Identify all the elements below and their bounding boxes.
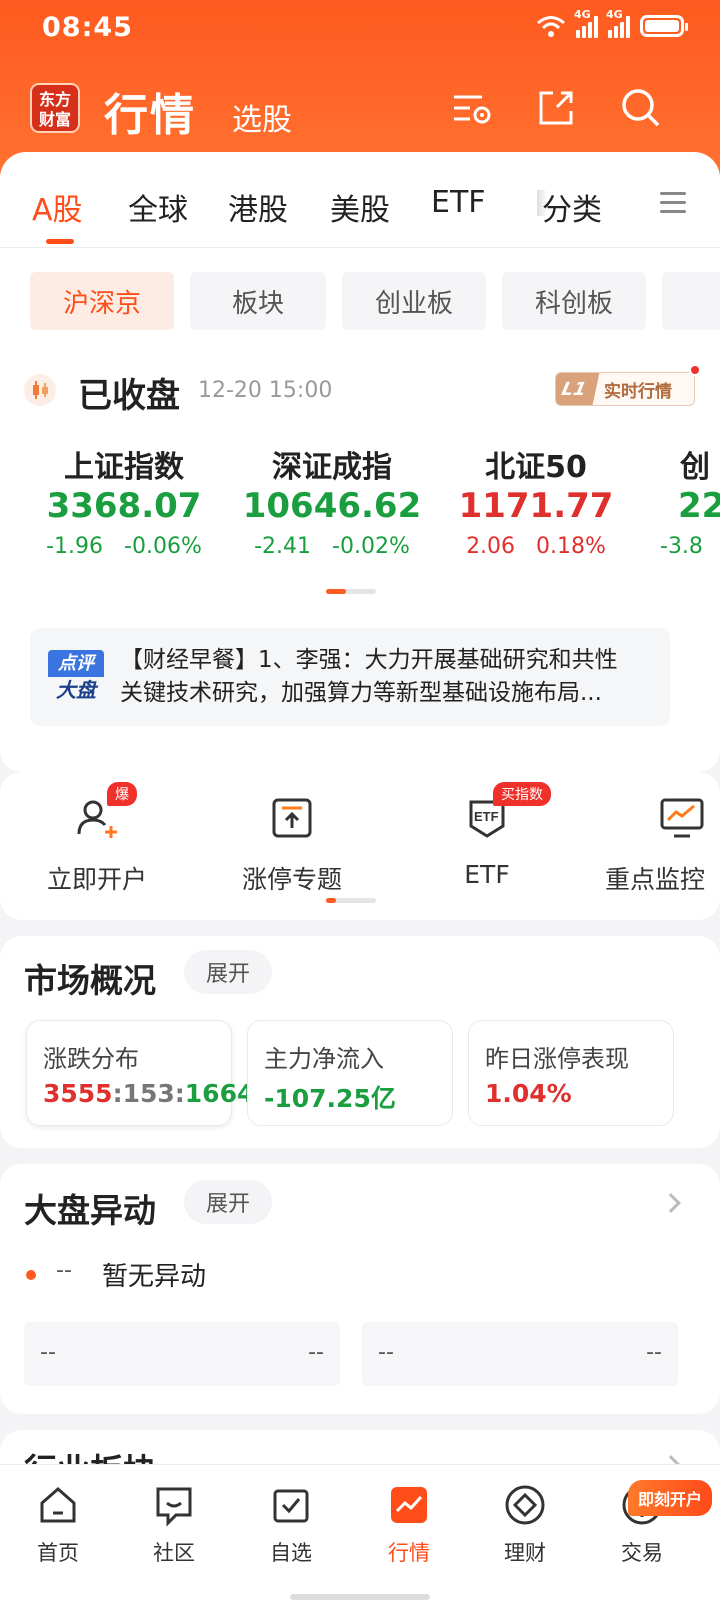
index-pager [326,589,376,594]
add-user-icon: 爆 [73,782,137,842]
chart-icon [387,1483,431,1527]
home-indicator [290,1594,430,1600]
checklist-icon [269,1483,313,1527]
tab-us[interactable]: 美股 [330,185,390,229]
section-title: 市场概况 [24,961,156,1000]
index-chinext[interactable]: 创 22 -3.8 [654,442,720,559]
title-bar: 东方 财富 行情 选股 [0,75,720,145]
market-close-time: 12-20 15:00 [198,378,333,403]
menu-icon[interactable] [660,192,686,214]
index-carousel: 上证指数 3368.07 -1.96 -0.06% 深证成指 10646.62 … [0,442,720,572]
signal-icon: 4G [606,8,630,38]
market-status-row: 已收盘 12-20 15:00 L1 实时行情 [0,362,720,416]
status-icons: 4G 4G [536,8,688,38]
nav-home[interactable]: 首页 [18,1483,98,1567]
news-text: 【财经早餐】1、李强：大力开展基础研究和共性 关键技术研究，加强算力等新型基础设… [120,647,618,706]
open-account-badge[interactable]: 即刻开户 [628,1480,713,1516]
tab-hk[interactable]: 港股 [228,185,288,229]
chip-star[interactable]: 科创板 [502,272,646,330]
shortcut-row: 爆 立即开户 涨停专题 ETF 买指数 ETF 重点监控 [0,772,720,920]
chip-more[interactable] [662,272,720,330]
wifi-icon [537,16,565,37]
market-overview-section: 市场概况 展开 涨跌分布 3555:153:1664 主力净流入 -107.25… [0,936,720,1148]
market-tabs: A股 全球 港股 美股 ETF 分类 [0,152,720,248]
market-main-card: A股 全球 港股 美股 ETF 分类 沪深京 板块 创业板 科创板 已收盘 12… [0,152,720,772]
index-bse50[interactable]: 北证50 1171.77 2.06 0.18% [436,442,636,559]
chevron-right-icon[interactable] [661,1193,681,1213]
shortcut-open-account[interactable]: 爆 立即开户 [12,782,182,896]
nav-community[interactable]: 社区 [134,1483,214,1567]
tab-indicator [46,239,74,244]
shortcut-limit-up[interactable]: 涨停专题 [207,794,377,896]
chip-chinext[interactable]: 创业板 [342,272,486,330]
abnormal-placeholder: -- -- [24,1322,340,1386]
notification-dot [689,364,701,376]
chip-sector[interactable]: 板块 [190,272,326,330]
nav-watchlist[interactable]: 自选 [251,1483,331,1567]
search-icon[interactable] [618,85,664,131]
tab-etf[interactable]: ETF [431,185,486,220]
candlestick-icon [24,374,56,406]
filter-settings-icon[interactable] [448,85,494,131]
section-title: 大盘异动 [24,1191,156,1230]
stock-picker-link[interactable]: 选股 [232,95,292,139]
page-title: 行情 [104,90,196,141]
main-net-inflow-card[interactable]: 主力净流入 -107.25亿 [247,1020,453,1126]
status-time: 08:45 [42,12,133,43]
chip-shsz[interactable]: 沪深京 [30,272,174,330]
nav-wealth[interactable]: 理财 [485,1483,565,1567]
hot-badge: 爆 [107,782,137,806]
shortcut-etf[interactable]: ETF 买指数 ETF [402,782,572,889]
news-banner[interactable]: 点评 大盘 【财经早餐】1、李强：大力开展基础研究和共性 关键技术研究，加强算力… [30,628,670,726]
limit-up-icon [268,794,316,842]
share-icon[interactable] [533,85,579,131]
bullet-dot [26,1270,36,1280]
abnormal-placeholder: -- -- [362,1322,678,1386]
index-sse[interactable]: 上证指数 3368.07 -1.96 -0.06% [24,442,224,559]
buy-index-badge: 买指数 [493,782,551,806]
realtime-quote-badge[interactable]: L1 实时行情 [555,372,695,406]
chat-icon [152,1483,196,1527]
expand-button[interactable]: 展开 [184,1180,273,1224]
sub-market-chips: 沪深京 板块 创业板 科创板 [0,272,720,330]
market-closed-label: 已收盘 [78,376,180,416]
market-review-badge: 点评 大盘 [48,650,104,704]
battery-icon [640,15,688,37]
svg-text:ETF: ETF [474,809,499,824]
diamond-icon [503,1483,547,1527]
advance-decline-card[interactable]: 涨跌分布 3555:153:1664 [26,1020,254,1126]
limit-up-performance-card[interactable]: 昨日涨停表现 1.04% [468,1020,674,1126]
nav-market[interactable]: 行情 [369,1483,449,1567]
market-abnormal-section: 大盘异动 展开 -- 暂无异动 -- -- -- -- [0,1164,720,1414]
etf-icon: ETF 买指数 [463,782,551,842]
expand-button[interactable]: 展开 [184,950,273,994]
index-szse[interactable]: 深证成指 10646.62 -2.41 -0.02% [232,442,432,559]
monitor-icon [658,794,706,842]
shortcut-key-monitor[interactable]: 重点监控 [600,794,720,896]
tab-a-shares[interactable]: A股 [32,185,83,229]
bottom-nav: 首页 社区 自选 行情 理财 交易 [0,1464,720,1612]
shortcut-pager [326,898,376,903]
status-bar: 08:45 4G 4G [0,0,720,60]
signal-icon: 4G [574,8,598,38]
tab-global[interactable]: 全球 [128,185,188,229]
tab-category[interactable]: 分类 [542,185,602,229]
app-logo: 东方 财富 [30,83,80,133]
no-abnormal-text: 暂无异动 [102,1262,207,1292]
home-icon [36,1483,80,1527]
